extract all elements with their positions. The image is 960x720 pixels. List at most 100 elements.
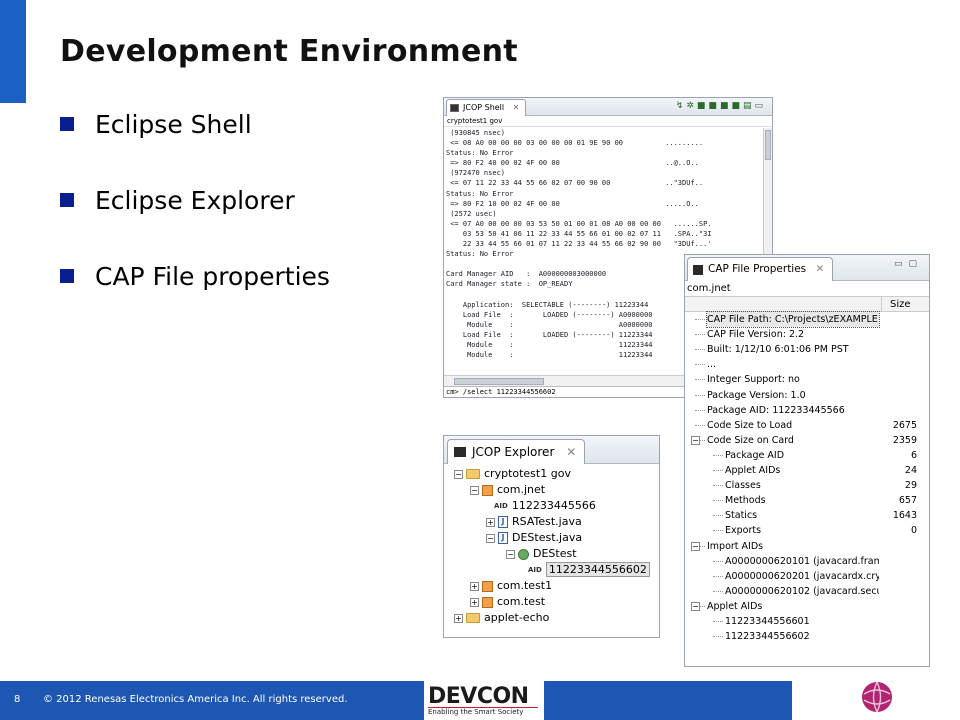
property-row[interactable]: Package Version: 1.0 bbox=[685, 388, 929, 403]
property-label: 11223344556602 bbox=[725, 631, 810, 643]
devcon-logo: DEVCON Enabling the Smart Society bbox=[424, 681, 544, 720]
property-row[interactable]: Methods 657 bbox=[685, 493, 929, 508]
property-row[interactable]: Code Size to Load 2675 bbox=[685, 418, 929, 433]
property-row[interactable]: Statics 1643 bbox=[685, 508, 929, 523]
expand-icon[interactable]: + bbox=[470, 597, 479, 607]
collapse-icon[interactable]: − bbox=[691, 541, 700, 551]
console-line: Status: No Error bbox=[446, 149, 514, 158]
scroll-thumb[interactable] bbox=[765, 130, 771, 160]
window-controls[interactable]: ▭▢ bbox=[894, 259, 923, 269]
shell-tab-bar: JCOP Shell ✕ ↯✲■■■■▤▭ bbox=[444, 98, 772, 116]
tree-connector bbox=[713, 470, 723, 471]
tab-jcop-shell[interactable]: JCOP Shell ✕ bbox=[446, 99, 527, 116]
property-row[interactable]: Classes 29 bbox=[685, 478, 929, 493]
close-icon[interactable]: ✕ bbox=[816, 263, 825, 275]
explorer-tab-bar: JCOP Explorer ✕ bbox=[444, 436, 659, 464]
explorer-icon bbox=[454, 447, 466, 457]
debug-icon[interactable]: ✲ bbox=[686, 101, 697, 111]
collapse-icon[interactable]: − bbox=[691, 435, 700, 445]
package-icon bbox=[482, 596, 493, 608]
property-label: Package AID bbox=[725, 449, 785, 461]
tree-connector bbox=[713, 485, 723, 487]
property-row[interactable]: Applet AIDs 24 bbox=[685, 463, 929, 478]
console-line: 03 53 50 41 06 11 22 33 44 55 66 01 00 0… bbox=[446, 229, 712, 238]
run-icon[interactable]: ↯ bbox=[676, 101, 687, 111]
shell-project-label: cryptotest1 gov bbox=[444, 116, 772, 127]
scroll-thumb[interactable] bbox=[454, 378, 544, 385]
card-icon[interactable]: ■ bbox=[731, 101, 743, 111]
tree-item[interactable]: − cryptotest1 gov bbox=[454, 466, 571, 482]
java-file-icon: J bbox=[498, 516, 508, 528]
property-row[interactable]: 11223344556601 bbox=[685, 614, 929, 629]
card-icon[interactable]: ■ bbox=[708, 101, 720, 111]
tree-item[interactable]: − com.jnet bbox=[470, 482, 545, 498]
aid-icon: AID bbox=[494, 502, 508, 510]
collapse-icon[interactable]: − bbox=[506, 549, 515, 559]
collapse-icon[interactable]: − bbox=[470, 485, 479, 495]
close-icon[interactable]: ✕ bbox=[513, 103, 520, 112]
tree-item-label: com.test bbox=[497, 595, 546, 608]
property-label: A0000000620102 (javacard.securi bbox=[725, 585, 879, 597]
property-row[interactable]: − Code Size on Card 2359 bbox=[685, 433, 929, 448]
tree-item[interactable]: + com.test1 bbox=[470, 578, 552, 594]
tab-cap-file-properties[interactable]: CAP File Properties ✕ bbox=[687, 257, 834, 281]
property-row[interactable]: A0000000620102 (javacard.securi bbox=[685, 584, 929, 599]
console-line: (930845 nsec) bbox=[446, 129, 506, 137]
property-row[interactable]: A0000000620101 (javacard.framew bbox=[685, 554, 929, 569]
property-row[interactable]: − Applet AIDs bbox=[685, 599, 929, 614]
expand-icon[interactable]: + bbox=[470, 581, 479, 591]
property-row[interactable]: CAP File Version: 2.2 bbox=[685, 327, 929, 342]
property-label: Import AIDs bbox=[707, 540, 764, 552]
size-column-header[interactable]: Size bbox=[881, 297, 929, 312]
cap-tab-label: CAP File Properties bbox=[708, 263, 807, 275]
property-row[interactable]: ... bbox=[685, 357, 929, 372]
property-row[interactable]: Built: 1/12/10 6:01:06 PM PST bbox=[685, 342, 929, 357]
close-icon[interactable]: ✕ bbox=[566, 445, 576, 459]
card-icon[interactable]: ■ bbox=[720, 101, 732, 111]
minimize-icon[interactable]: ▭ bbox=[754, 101, 766, 111]
tree-item[interactable]: + J RSATest.java bbox=[486, 514, 582, 530]
title-accent-bar bbox=[0, 0, 26, 103]
collapse-icon[interactable]: − bbox=[486, 533, 495, 543]
property-row[interactable]: A0000000620201 (javacardx.crypt bbox=[685, 569, 929, 584]
expand-icon[interactable]: + bbox=[486, 517, 495, 527]
tree-item[interactable]: + com.test bbox=[470, 594, 545, 610]
expand-icon[interactable]: + bbox=[454, 613, 463, 623]
property-label: Package AID: 112233445566 bbox=[707, 404, 845, 416]
property-row[interactable]: 11223344556602 bbox=[685, 629, 929, 644]
tree-connector bbox=[713, 500, 723, 502]
property-label: Applet AIDs bbox=[707, 600, 763, 612]
properties-icon bbox=[693, 265, 703, 275]
bullet-item: Eclipse Shell bbox=[60, 110, 330, 186]
java-file-icon: J bbox=[498, 532, 508, 544]
bullet-text: CAP File properties bbox=[95, 262, 330, 291]
property-row[interactable]: Integer Support: no bbox=[685, 372, 929, 387]
tree-item[interactable]: AID 112233445566 bbox=[494, 498, 596, 514]
property-label: CAP File Version: 2.2 bbox=[707, 329, 805, 341]
tree-item[interactable]: + applet-echo bbox=[454, 610, 549, 626]
tree-item-label: 11223344556602 bbox=[545, 562, 650, 577]
tree-item[interactable]: AID 11223344556602 bbox=[528, 562, 650, 578]
explorer-tab-label: JCOP Explorer bbox=[472, 445, 555, 459]
minimize-icon[interactable]: ▭ bbox=[894, 259, 909, 269]
property-label: CAP File Path: C:\Projects\zEXAMPLE bbox=[706, 311, 880, 328]
clear-icon[interactable]: ▤ bbox=[743, 101, 755, 111]
card-icon[interactable]: ■ bbox=[697, 101, 709, 111]
collapse-icon[interactable]: − bbox=[691, 601, 700, 611]
slide-title: Development Environment bbox=[60, 34, 518, 69]
property-row[interactable]: Package AID 6 bbox=[685, 448, 929, 463]
console-line: (2572 usec) bbox=[446, 209, 497, 218]
copyright-text: © 2012 Renesas Electronics America Inc. … bbox=[43, 694, 348, 705]
maximize-icon[interactable]: ▢ bbox=[908, 259, 923, 269]
collapse-icon[interactable]: − bbox=[454, 469, 463, 479]
property-row[interactable]: − Import AIDs bbox=[685, 539, 929, 554]
property-row[interactable]: Package AID: 112233445566 bbox=[685, 403, 929, 418]
tree-item[interactable]: − J DEStest.java bbox=[486, 530, 582, 546]
tree-item-label: DEStest bbox=[533, 547, 577, 560]
property-row[interactable]: Exports 0 bbox=[685, 523, 929, 538]
tree-item-label: DEStest.java bbox=[512, 531, 583, 544]
tab-jcop-explorer[interactable]: JCOP Explorer ✕ bbox=[447, 439, 586, 464]
property-row[interactable]: CAP File Path: C:\Projects\zEXAMPLE bbox=[685, 311, 929, 328]
tree-item[interactable]: − DEStest bbox=[506, 546, 577, 562]
shell-toolbar[interactable]: ↯✲■■■■▤▭ bbox=[676, 101, 766, 111]
